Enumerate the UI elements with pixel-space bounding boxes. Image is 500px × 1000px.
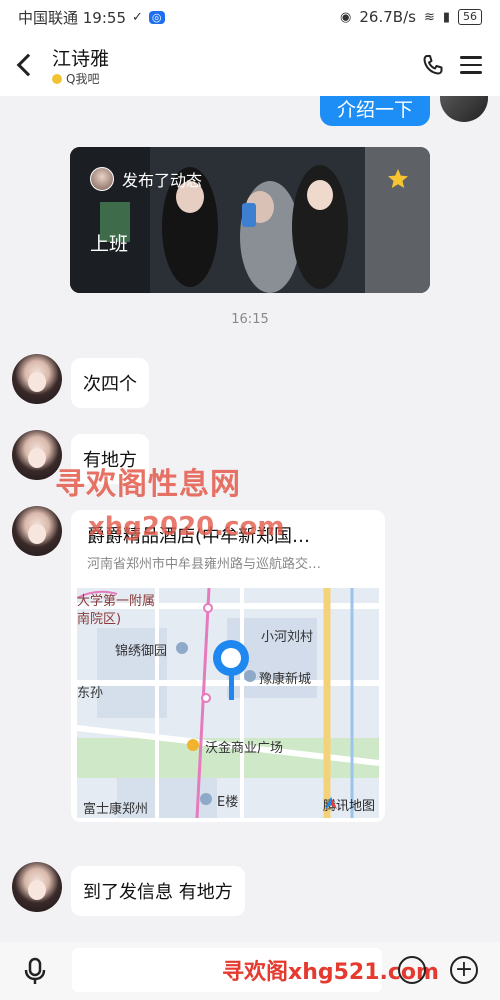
plus-icon[interactable]: + xyxy=(450,956,478,984)
notification-icon: ✓ xyxy=(132,9,143,25)
map-label: 锦绣御园 xyxy=(115,644,168,659)
wifi-icon: ≋ xyxy=(423,9,435,25)
chevron-left-icon xyxy=(16,53,40,77)
outgoing-message[interactable]: 介绍一下 xyxy=(320,96,430,126)
carrier-time: 中国联通 19:55 xyxy=(18,8,126,27)
chat-header: 江诗雅 Q我吧 xyxy=(0,34,500,96)
app-notification-icon: ◎ xyxy=(148,10,165,24)
contact-status-text: Q我吧 xyxy=(66,72,100,86)
contact-avatar[interactable] xyxy=(12,354,62,404)
incoming-message[interactable]: 到了发信息 有地方 xyxy=(71,866,245,916)
location-address: 河南省郑州市中牟县雍州路与巡航路交… xyxy=(87,557,322,572)
qzone-star-icon xyxy=(388,169,408,188)
input-bar: 寻欢阁xhg521.com + xyxy=(0,942,500,1000)
contact-avatar[interactable] xyxy=(12,862,62,912)
status-dot-icon xyxy=(52,73,62,84)
chat-area[interactable]: 介绍一下 发布了动态 上班 16:15 次四个 有地方 爵爵精品酒店(中牟新郑国… xyxy=(0,96,500,942)
map-label: 东孙 xyxy=(77,686,104,701)
emoji-icon[interactable] xyxy=(398,956,426,984)
back-button[interactable] xyxy=(10,48,40,82)
hamburger-menu-icon xyxy=(460,56,482,59)
map-label: 小河刘村 xyxy=(261,630,314,645)
moment-share-card[interactable]: 发布了动态 上班 xyxy=(70,147,430,293)
map-label: 豫康新城 xyxy=(259,672,312,687)
tencent-map-icon xyxy=(324,797,337,809)
map-preview[interactable]: 大学第一附属 南院区) 小河刘村 锦绣御园 豫康新城 东孙 沃金商业广场 富士康… xyxy=(77,588,379,818)
message-timestamp: 16:15 xyxy=(231,312,269,327)
map-label: 大学第一附属 xyxy=(77,594,156,609)
map-roads xyxy=(77,588,379,818)
microphone-icon[interactable] xyxy=(20,956,50,986)
contact-name[interactable]: 江诗雅 xyxy=(52,44,109,71)
network-speed: 26.7B/s xyxy=(359,8,416,26)
moment-action: 发布了动态 xyxy=(122,171,203,190)
map-label: 南院区) xyxy=(77,612,122,627)
watermark-text: 寻欢阁性息网 xyxy=(55,467,241,502)
moment-header: 发布了动态 xyxy=(90,167,202,191)
map-label: E楼 xyxy=(217,795,239,810)
moment-avatar xyxy=(90,167,114,191)
call-button[interactable] xyxy=(418,50,448,80)
contact-avatar[interactable] xyxy=(12,506,62,556)
eye-icon: ◉ xyxy=(340,9,352,25)
incoming-message[interactable]: 次四个 xyxy=(71,358,149,408)
watermark-text: xhg2020.com xyxy=(88,512,285,542)
map-label: 富士康郑州 xyxy=(83,802,149,817)
battery-indicator: 56 xyxy=(458,9,482,25)
status-bar: 中国联通 19:55 ✓ ◎ ◉ 26.7B/s ≋ ▮ 56 xyxy=(0,0,500,34)
map-label: 沃金商业广场 xyxy=(205,741,284,756)
phone-icon xyxy=(423,55,443,75)
location-message-card[interactable]: 爵爵精品酒店(中牟新郑国… 河南省郑州市中牟县雍州路与巡航路交… 大学第一附属 … xyxy=(71,510,385,822)
menu-button[interactable] xyxy=(456,50,486,80)
signal-icon: ▮ xyxy=(442,9,450,25)
map-provider: 腾讯地图 xyxy=(323,795,375,814)
contact-status: Q我吧 xyxy=(52,70,99,87)
moment-text: 上班 xyxy=(90,233,129,255)
my-avatar[interactable] xyxy=(440,96,488,122)
